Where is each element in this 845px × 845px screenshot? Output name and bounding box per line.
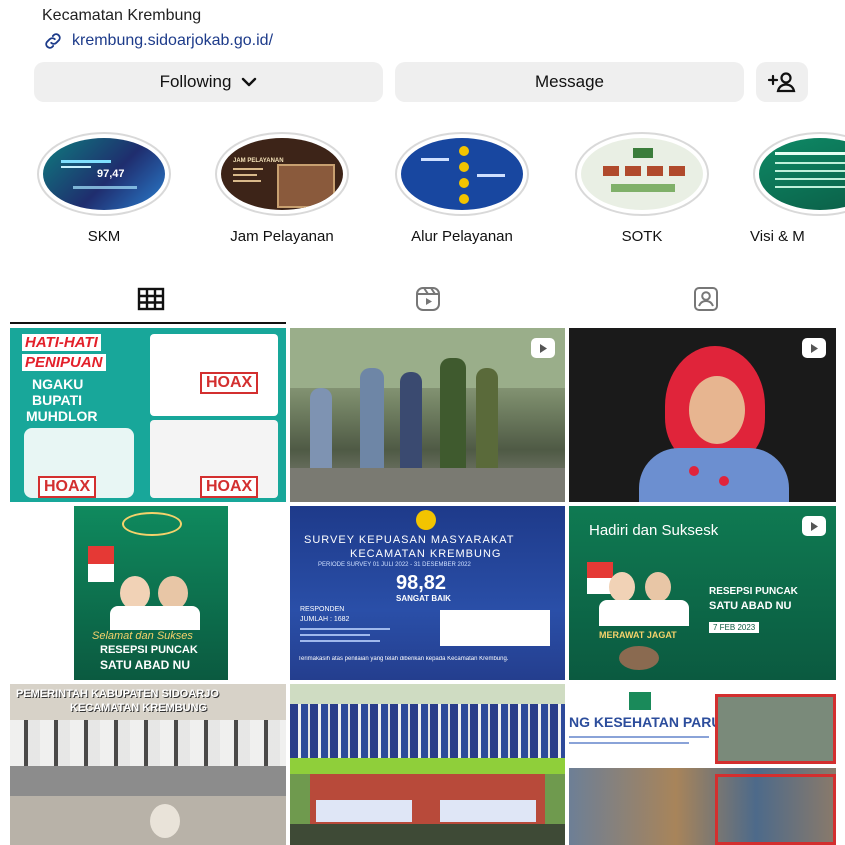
following-button[interactable]: Following xyxy=(34,62,383,102)
post-text: NG KESEHATAN PARU xyxy=(569,714,722,730)
hoax-stamp: HOAX xyxy=(200,372,259,394)
highlight-label: SOTK xyxy=(621,228,663,245)
post-text: PEMERINTAH KABUPATEN SIDOARJO xyxy=(16,688,219,700)
profile-tabs xyxy=(0,276,845,324)
post-text: Hadiri dan Suksesk xyxy=(589,522,719,539)
post-kecamatan-group[interactable]: PEMERINTAH KABUPATEN SIDOARJO KECAMATAN … xyxy=(10,684,286,845)
highlight-visi-misi[interactable]: Visi & M xyxy=(750,132,845,245)
highlight-skm[interactable]: 97,47 SKM xyxy=(34,132,174,245)
chevron-down-icon xyxy=(242,77,257,87)
post-text: 7 FEB 2023 xyxy=(709,622,760,633)
post-text: Selamat dan Sukses xyxy=(92,630,193,642)
post-survey-result[interactable]: SURVEY KEPUASAN MASYARAKAT KECAMATAN KRE… xyxy=(290,506,565,680)
post-text: NGAKU xyxy=(32,376,84,392)
highlight-alur-pelayanan[interactable]: Alur Pelayanan xyxy=(392,132,532,245)
post-selfie-reel[interactable] xyxy=(569,328,836,502)
post-text: PENIPUAN xyxy=(22,354,106,371)
grid-icon xyxy=(137,287,165,311)
highlight-thumb xyxy=(759,138,845,210)
post-text: RESEPSI PUNCAK xyxy=(100,644,198,656)
highlight-sotk[interactable]: SOTK xyxy=(572,132,712,245)
highlight-label: Alur Pelayanan xyxy=(411,228,513,245)
add-user-button[interactable] xyxy=(756,62,808,102)
add-person-icon xyxy=(767,72,796,93)
post-crowd-photo[interactable] xyxy=(290,684,565,845)
post-text: Terimakasih atas penilaian yang telah di… xyxy=(298,656,509,662)
story-highlights: 97,47 SKM JAM PELAYANAN Jam Pelayanan Al… xyxy=(0,132,845,252)
message-label: Message xyxy=(535,72,604,91)
reel-badge-icon xyxy=(802,516,826,536)
highlight-ring: JAM PELAYANAN xyxy=(215,132,349,216)
post-text: SURVEY KEPUASAN MASYARAKAT xyxy=(304,534,515,546)
highlight-thumb xyxy=(581,138,703,210)
highlight-ring xyxy=(395,132,529,216)
post-hoax-warning[interactable]: HATI-HATI PENIPUAN NGAKU BUPATI MUHDLOR … xyxy=(10,328,286,502)
active-tab-indicator xyxy=(10,322,286,324)
post-text: HATI-HATI xyxy=(22,334,101,351)
post-text: SATU ABAD NU xyxy=(100,658,190,672)
profile-bio: Kecamatan Krembung krembung.sidoarjokab.… xyxy=(42,6,273,52)
highlight-ring xyxy=(753,132,845,216)
post-text: RESPONDEN xyxy=(300,606,345,613)
profile-actions: Following Message xyxy=(34,62,808,102)
highlight-label: Jam Pelayanan xyxy=(230,228,334,245)
post-grid: HATI-HATI PENIPUAN NGAKU BUPATI MUHDLOR … xyxy=(10,328,836,845)
highlight-ring xyxy=(575,132,709,216)
post-text: BUPATI xyxy=(32,392,83,408)
tab-posts[interactable] xyxy=(10,276,292,322)
post-text: 98,82 xyxy=(396,572,447,594)
profile-link-text[interactable]: krembung.sidoarjokab.go.id/ xyxy=(72,32,273,50)
post-text: KECAMATAN KREMBUNG xyxy=(350,548,502,560)
profile-name: Kecamatan Krembung xyxy=(42,7,202,24)
following-label: Following xyxy=(159,72,232,91)
profile-link[interactable]: krembung.sidoarjokab.go.id/ xyxy=(42,30,273,52)
post-text: JUMLAH : 1682 xyxy=(300,616,350,623)
highlight-label: SKM xyxy=(87,228,121,245)
highlight-thumb: JAM PELAYANAN xyxy=(221,138,343,210)
post-text: MERAWAT JAGAT xyxy=(599,630,677,640)
highlight-thumb xyxy=(401,138,523,210)
message-button[interactable]: Message xyxy=(395,62,744,102)
post-text: PERIODE SURVEY 01 JULI 2022 - 31 DESEMBE… xyxy=(318,562,471,568)
reel-badge-icon xyxy=(531,338,555,358)
highlight-thumb-text: JAM PELAYANAN xyxy=(233,158,284,164)
post-text: RESEPSI PUNCAK xyxy=(709,586,798,597)
post-text: MUHDLOR xyxy=(26,408,98,424)
link-icon xyxy=(45,33,61,49)
highlight-jam-pelayanan[interactable]: JAM PELAYANAN Jam Pelayanan xyxy=(212,132,352,245)
post-text: KECAMATAN KREMBUNG xyxy=(70,702,208,714)
tagged-person-icon xyxy=(694,287,718,311)
highlight-label: Visi & M xyxy=(750,228,805,245)
post-nu-poster[interactable]: Selamat dan Sukses RESEPSI PUNCAK SATU A… xyxy=(10,506,286,680)
tab-reels[interactable] xyxy=(287,276,569,322)
tab-tagged[interactable] xyxy=(565,276,845,322)
hoax-stamp: HOAX xyxy=(38,476,97,498)
post-field-visit[interactable] xyxy=(290,328,565,502)
post-health-event[interactable]: NG KESEHATAN PARU xyxy=(569,684,836,845)
highlight-thumb-text: 97,47 xyxy=(97,168,125,180)
highlight-thumb: 97,47 xyxy=(43,138,165,210)
highlight-ring: 97,47 xyxy=(37,132,171,216)
post-text: SATU ABAD NU xyxy=(709,600,792,612)
post-nu-event-reel[interactable]: Hadiri dan Suksesk RESEPSI PUNCAK SATU A… xyxy=(569,506,836,680)
reel-badge-icon xyxy=(802,338,826,358)
post-text: SANGAT BAIK xyxy=(396,594,451,603)
reels-icon xyxy=(416,287,440,311)
hoax-stamp: HOAX xyxy=(200,476,259,498)
